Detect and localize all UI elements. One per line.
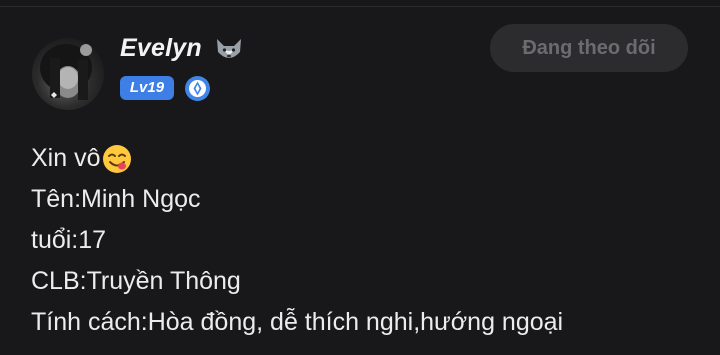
- following-button[interactable]: Đang theo dõi: [490, 24, 688, 72]
- username[interactable]: Evelyn: [120, 34, 202, 63]
- yum-face-icon: [103, 144, 132, 173]
- bio-greeting-text: Xin vô: [31, 144, 101, 172]
- bio-line-greeting: Xin vô: [31, 138, 701, 179]
- bio-line-club: CLB:Truyền Thông: [31, 267, 241, 295]
- bio-line-name: Tên:Minh Ngọc: [31, 185, 201, 213]
- verified-badge-icon[interactable]: [184, 75, 211, 102]
- bio: Xin vô Tên:Minh Ngọc tuổi:17 CLB:Truyền …: [31, 138, 701, 343]
- top-divider: [0, 6, 720, 7]
- wolf-icon: [217, 39, 241, 58]
- bio-line-age: tuổi:17: [31, 226, 107, 254]
- level-badge[interactable]: Lv19: [120, 76, 174, 100]
- avatar-photo: [40, 44, 92, 100]
- avatar[interactable]: [32, 38, 104, 110]
- bio-line-personality: Tính cách:Hòa đồng, dễ thích nghi,hướng …: [31, 308, 564, 336]
